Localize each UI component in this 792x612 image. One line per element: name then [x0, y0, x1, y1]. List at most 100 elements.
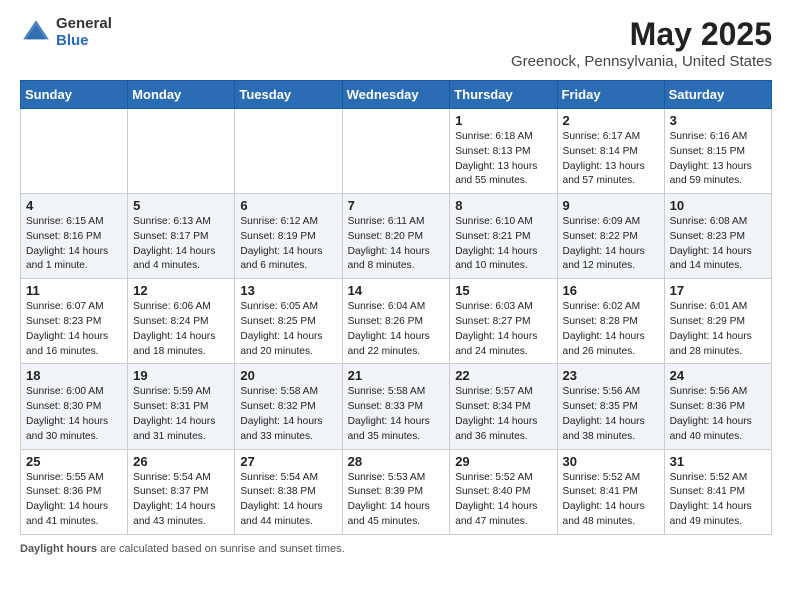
calendar-cell: 22Sunrise: 5:57 AMSunset: 8:34 PMDayligh…: [450, 364, 557, 449]
header: General Blue May 2025 Greenock, Pennsylv…: [20, 16, 772, 70]
calendar-cell: 24 Sunrise: 5:56 AMSunset: 8:36 PMDayligh…: [664, 364, 771, 449]
day-info: Sunrise: 5:59 AMSunset: 8:31 PMDaylight:…: [133, 385, 229, 444]
day-info: Sunrise: 6:06 AMSunset: 8:24 PMDaylight:…: [133, 300, 229, 359]
calendar-cell: 7 Sunrise: 6:11 AMSunset: 8:20 PMDaylight…: [342, 194, 450, 279]
logo-icon: [20, 17, 52, 49]
calendar-cell: 9Sunrise: 6:09 AMSunset: 8:22 PMDaylight…: [557, 194, 664, 279]
calendar-cell: 29 Sunrise: 5:52 AMSunset: 8:40 PMDayligh…: [450, 449, 557, 534]
day-info: Sunrise: 6:17 AMSunset: 8:14 PMDaylight:…: [563, 130, 659, 189]
day-number: 2: [563, 113, 659, 128]
location: Greenock, Pennsylvania, United States: [511, 53, 772, 70]
day-number: 20: [240, 368, 336, 383]
day-of-week-header: Thursday: [450, 81, 557, 109]
calendar-cell: 18Sunrise: 6:00 AMSunset: 8:30 PMDayligh…: [21, 364, 128, 449]
day-info: Sunrise: 5:57 AMSunset: 8:34 PMDaylight:…: [455, 385, 551, 444]
logo-general-text: General: [56, 16, 112, 33]
day-info: Sunrise: 5:54 AMSunset: 8:37 PMDaylight:…: [133, 471, 229, 530]
calendar-cell: 31 Sunrise: 5:52 AMSunset: 8:41 PMDayligh…: [664, 449, 771, 534]
day-info: Sunrise: 6:10 AMSunset: 8:21 PMDaylight:…: [455, 215, 551, 274]
day-number: 14: [348, 283, 445, 298]
day-number: 19: [133, 368, 229, 383]
day-number: 17: [670, 283, 766, 298]
calendar-cell: 13Sunrise: 6:05 AMSunset: 8:25 PMDayligh…: [235, 279, 342, 364]
day-number: 29: [455, 454, 551, 469]
day-info: Sunrise: 5:53 AMSunset: 8:39 PMDaylight:…: [348, 471, 445, 530]
day-info: Sunrise: 6:16 AMSunset: 8:15 PMDaylight:…: [670, 130, 766, 189]
day-number: 4: [26, 198, 122, 213]
month-year: May 2025: [511, 16, 772, 53]
day-info: Sunrise: 6:03 AMSunset: 8:27 PMDaylight:…: [455, 300, 551, 359]
calendar-cell: 21 Sunrise: 5:58 AMSunset: 8:33 PMDayligh…: [342, 364, 450, 449]
day-number: 3: [670, 113, 766, 128]
day-number: 12: [133, 283, 229, 298]
day-info: Sunrise: 5:56 AMSunset: 8:36 PMDaylight:…: [670, 385, 766, 444]
day-info: Sunrise: 5:54 AMSunset: 8:38 PMDaylight:…: [240, 471, 336, 530]
day-number: 5: [133, 198, 229, 213]
day-info: Sunrise: 6:02 AMSunset: 8:28 PMDaylight:…: [563, 300, 659, 359]
calendar-cell: 30 Sunrise: 5:52 AMSunset: 8:41 PMDayligh…: [557, 449, 664, 534]
calendar-cell: 3 Sunrise: 6:16 AMSunset: 8:15 PMDaylight…: [664, 109, 771, 194]
day-info: Sunrise: 6:05 AMSunset: 8:25 PMDaylight:…: [240, 300, 336, 359]
calendar-cell: [235, 109, 342, 194]
calendar-cell: 14 Sunrise: 6:04 AMSunset: 8:26 PMDayligh…: [342, 279, 450, 364]
calendar-cell: [21, 109, 128, 194]
footer-label: Daylight hours: [20, 543, 97, 555]
day-info: Sunrise: 5:52 AMSunset: 8:40 PMDaylight:…: [455, 471, 551, 530]
calendar-cell: 11Sunrise: 6:07 AMSunset: 8:23 PMDayligh…: [21, 279, 128, 364]
day-of-week-header: Sunday: [21, 81, 128, 109]
day-number: 10: [670, 198, 766, 213]
calendar-cell: 19 Sunrise: 5:59 AMSunset: 8:31 PMDayligh…: [128, 364, 235, 449]
day-number: 31: [670, 454, 766, 469]
day-of-week-header: Friday: [557, 81, 664, 109]
day-info: Sunrise: 5:52 AMSunset: 8:41 PMDaylight:…: [670, 471, 766, 530]
day-of-week-header: Tuesday: [235, 81, 342, 109]
calendar-cell: 17 Sunrise: 6:01 AMSunset: 8:29 PMDayligh…: [664, 279, 771, 364]
day-number: 27: [240, 454, 336, 469]
day-number: 16: [563, 283, 659, 298]
calendar-cell: 12 Sunrise: 6:06 AMSunset: 8:24 PMDayligh…: [128, 279, 235, 364]
day-number: 30: [563, 454, 659, 469]
calendar-cell: 10Sunrise: 6:08 AMSunset: 8:23 PMDayligh…: [664, 194, 771, 279]
day-number: 15: [455, 283, 551, 298]
calendar-cell: 8 Sunrise: 6:10 AMSunset: 8:21 PMDaylight…: [450, 194, 557, 279]
day-number: 7: [348, 198, 445, 213]
calendar-cell: 5Sunrise: 6:13 AMSunset: 8:17 PMDaylight…: [128, 194, 235, 279]
calendar-cell: 23 Sunrise: 5:56 AMSunset: 8:35 PMDayligh…: [557, 364, 664, 449]
day-number: 21: [348, 368, 445, 383]
calendar-cell: 1 Sunrise: 6:18 AMSunset: 8:13 PMDaylight…: [450, 109, 557, 194]
calendar-cell: 6Sunrise: 6:12 AMSunset: 8:19 PMDaylight…: [235, 194, 342, 279]
calendar: SundayMondayTuesdayWednesdayThursdayFrid…: [20, 80, 772, 535]
calendar-cell: [128, 109, 235, 194]
day-info: Sunrise: 6:07 AMSunset: 8:23 PMDaylight:…: [26, 300, 122, 359]
calendar-cell: 28 Sunrise: 5:53 AMSunset: 8:39 PMDayligh…: [342, 449, 450, 534]
day-info: Sunrise: 5:52 AMSunset: 8:41 PMDaylight:…: [563, 471, 659, 530]
day-number: 28: [348, 454, 445, 469]
day-info: Sunrise: 6:15 AMSunset: 8:16 PMDaylight:…: [26, 215, 122, 274]
day-info: Sunrise: 5:55 AMSunset: 8:36 PMDaylight:…: [26, 471, 122, 530]
day-number: 23: [563, 368, 659, 383]
day-info: Sunrise: 5:58 AMSunset: 8:32 PMDaylight:…: [240, 385, 336, 444]
day-info: Sunrise: 6:01 AMSunset: 8:29 PMDaylight:…: [670, 300, 766, 359]
day-info: Sunrise: 6:04 AMSunset: 8:26 PMDaylight:…: [348, 300, 445, 359]
calendar-cell: 26 Sunrise: 5:54 AMSunset: 8:37 PMDayligh…: [128, 449, 235, 534]
day-info: Sunrise: 6:18 AMSunset: 8:13 PMDaylight:…: [455, 130, 551, 189]
calendar-cell: 27 Sunrise: 5:54 AMSunset: 8:38 PMDayligh…: [235, 449, 342, 534]
day-number: 9: [563, 198, 659, 213]
footer: Daylight hours are calculated based on s…: [20, 543, 772, 555]
calendar-cell: 2 Sunrise: 6:17 AMSunset: 8:14 PMDaylight…: [557, 109, 664, 194]
day-number: 24: [670, 368, 766, 383]
calendar-cell: 4 Sunrise: 6:15 AMSunset: 8:16 PMDaylight…: [21, 194, 128, 279]
day-number: 26: [133, 454, 229, 469]
day-info: Sunrise: 5:58 AMSunset: 8:33 PMDaylight:…: [348, 385, 445, 444]
day-info: Sunrise: 6:11 AMSunset: 8:20 PMDaylight:…: [348, 215, 445, 274]
day-info: Sunrise: 5:56 AMSunset: 8:35 PMDaylight:…: [563, 385, 659, 444]
day-of-week-header: Wednesday: [342, 81, 450, 109]
calendar-cell: 15 Sunrise: 6:03 AMSunset: 8:27 PMDayligh…: [450, 279, 557, 364]
day-number: 8: [455, 198, 551, 213]
logo: General Blue: [20, 16, 112, 49]
day-info: Sunrise: 6:12 AMSunset: 8:19 PMDaylight:…: [240, 215, 336, 274]
day-of-week-header: Saturday: [664, 81, 771, 109]
logo-blue-text: Blue: [56, 33, 112, 50]
day-number: 18: [26, 368, 122, 383]
day-number: 1: [455, 113, 551, 128]
